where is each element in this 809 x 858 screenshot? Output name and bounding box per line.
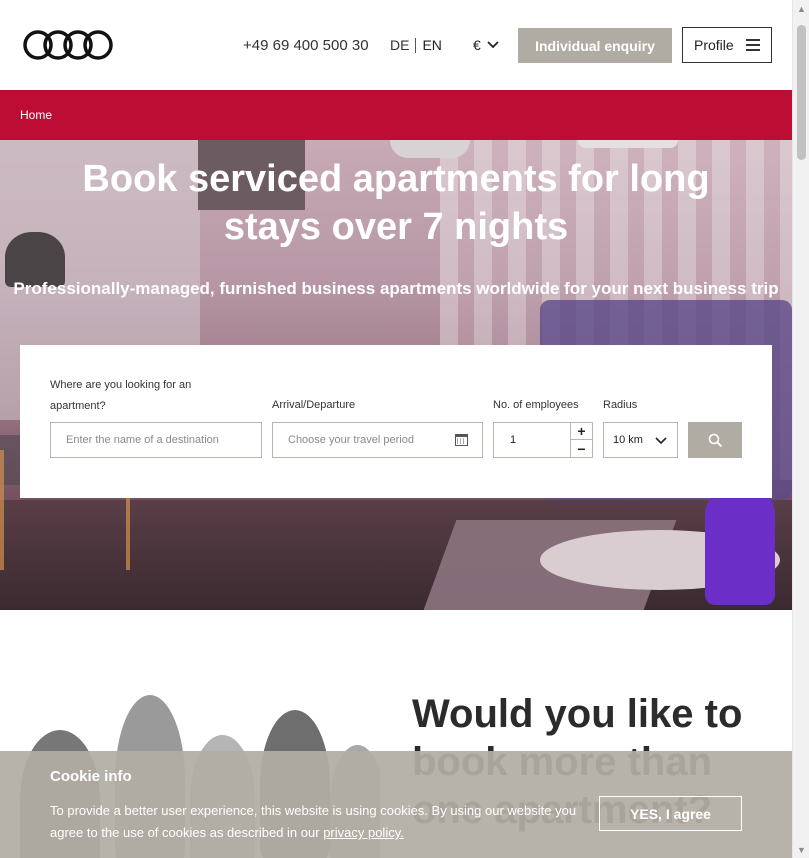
currency-select[interactable]: €	[473, 37, 499, 53]
dates-placeholder: Choose your travel period	[288, 434, 414, 446]
lang-de[interactable]: DE	[390, 37, 409, 53]
hero-title: Book serviced apartments for long stays …	[82, 158, 710, 248]
radius-label: Radius	[603, 399, 638, 411]
scroll-up-arrow-icon[interactable]: ▲	[793, 0, 809, 17]
chevron-down-icon	[487, 41, 499, 49]
chevron-down-icon	[655, 437, 667, 445]
privacy-policy-link[interactable]: privacy policy.	[323, 825, 404, 840]
hero-photo-lamp	[578, 140, 678, 148]
search-button[interactable]	[688, 422, 742, 458]
lang-divider	[415, 37, 417, 53]
individual-enquiry-button[interactable]: Individual enquiry	[518, 28, 672, 63]
cookie-banner: Cookie info To provide a better user exp…	[0, 751, 792, 858]
search-icon	[708, 433, 722, 447]
travel-period-input[interactable]: Choose your travel period	[272, 422, 483, 458]
scroll-down-arrow-icon[interactable]: ▼	[793, 841, 809, 858]
calendar-icon	[455, 434, 468, 446]
dates-label: Arrival/Departure	[272, 399, 356, 411]
destination-placeholder: Enter the name of a destination	[66, 434, 219, 446]
cookie-message: To provide a better user experience, thi…	[50, 803, 577, 840]
breadcrumb-home[interactable]: Home	[20, 108, 52, 122]
breadcrumb: Home	[0, 90, 792, 140]
destination-label: Where are you looking for an apartment?	[50, 379, 192, 412]
increment-button[interactable]: +	[571, 423, 592, 440]
employees-label: No. of employees	[493, 399, 579, 411]
phone-number[interactable]: +49 69 400 500 30	[243, 37, 369, 54]
employees-stepper[interactable]: 1 + −	[493, 422, 593, 458]
profile-label: Profile	[694, 37, 734, 53]
radius-select[interactable]: 10 km	[603, 422, 678, 458]
scrollbar-thumb[interactable]	[797, 25, 806, 160]
employees-value: 1	[510, 434, 517, 446]
language-switcher: DE EN	[390, 37, 442, 53]
lang-en[interactable]: EN	[422, 37, 441, 53]
cookie-text: To provide a better user experience, thi…	[50, 800, 590, 844]
hamburger-icon	[746, 39, 760, 51]
cookie-agree-button[interactable]: YES, I agree	[599, 796, 742, 831]
search-form: Where are you looking for an apartment? …	[20, 345, 772, 498]
hero-subtitle: Professionally-managed, furnished busine…	[13, 279, 779, 298]
stepper-controls: + −	[570, 423, 592, 457]
site-header: +49 69 400 500 30 DE EN € Individual enq…	[0, 0, 792, 90]
four-rings-logo[interactable]	[22, 29, 114, 61]
profile-button[interactable]: Profile	[682, 27, 772, 63]
cookie-title: Cookie info	[50, 768, 132, 785]
page-scrollbar[interactable]: ▲ ▼	[792, 0, 809, 858]
destination-input[interactable]: Enter the name of a destination	[50, 422, 262, 458]
hero-photo-vase	[705, 485, 775, 605]
radius-value: 10 km	[613, 434, 643, 446]
currency-value: €	[473, 37, 481, 53]
decrement-button[interactable]: −	[571, 440, 592, 457]
